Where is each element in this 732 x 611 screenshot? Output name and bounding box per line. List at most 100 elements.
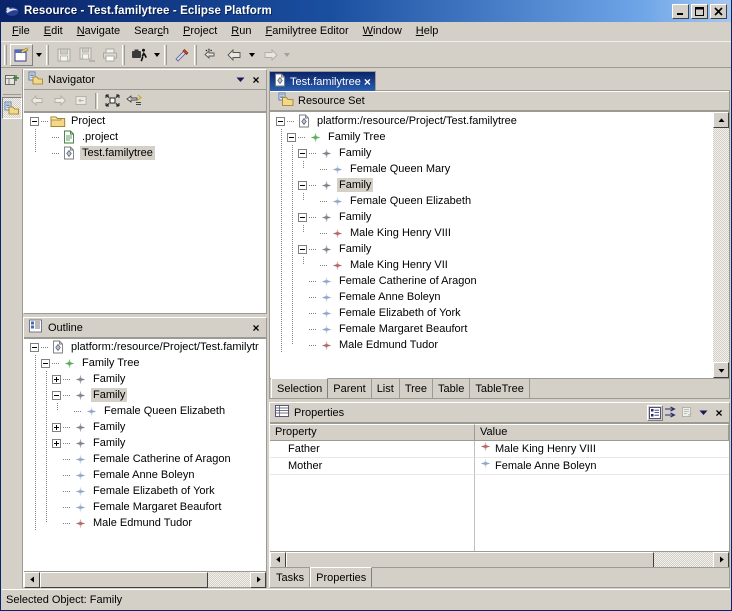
editor-tab-list[interactable]: List	[372, 379, 400, 398]
back-dropdown-arrow[interactable]	[246, 44, 258, 66]
toolbar-grip-4[interactable]	[164, 44, 167, 65]
collapse-expander[interactable]	[298, 244, 307, 254]
tree-row[interactable]: Family Tree	[270, 129, 713, 145]
view-tab-properties[interactable]: Properties	[310, 567, 373, 587]
properties-table-empty-area[interactable]	[270, 475, 729, 551]
tree-row[interactable]: Family	[24, 419, 266, 435]
table-row[interactable]: Mother Female Anne Boleyn	[270, 458, 729, 475]
tree-row[interactable]: Female Elizabeth of York	[24, 483, 266, 499]
new-wizard-button[interactable]	[10, 43, 33, 66]
tree-row[interactable]: Male Edmund Tudor	[24, 515, 266, 531]
properties-table[interactable]: Property Value Father Male King Henry VI…	[270, 423, 729, 551]
scroll-track[interactable]	[208, 572, 250, 588]
tree-row[interactable]: Test.familytree	[24, 145, 266, 161]
column-header-value[interactable]: Value	[475, 424, 729, 441]
scroll-down-button[interactable]	[713, 362, 729, 378]
navigator-view-menu-button[interactable]	[232, 72, 248, 88]
tree-row[interactable]: Family Tree	[24, 355, 266, 371]
view-tab-tasks[interactable]: Tasks	[271, 568, 311, 587]
new-dropdown-arrow[interactable]	[33, 44, 45, 66]
open-perspective-button[interactable]	[2, 70, 22, 92]
run-button[interactable]	[128, 44, 151, 66]
collapse-expander[interactable]	[298, 148, 307, 158]
link-with-editor-button[interactable]	[123, 91, 145, 111]
tree-row[interactable]: Female Queen Elizabeth	[270, 193, 713, 209]
tree-row[interactable]: Female Anne Boleyn	[270, 289, 713, 305]
tree-row[interactable]: Female Catherine of Aragon	[24, 451, 266, 467]
save-all-button[interactable]	[75, 44, 98, 66]
editor-tab-parent[interactable]: Parent	[328, 379, 372, 398]
show-advanced-properties-button[interactable]	[663, 405, 679, 421]
tree-row[interactable]: Female Elizabeth of York	[270, 305, 713, 321]
scroll-up-button[interactable]	[713, 112, 729, 128]
show-categories-button[interactable]	[647, 404, 663, 421]
tree-row[interactable]: Male King Henry VII	[270, 257, 713, 273]
print-button[interactable]	[98, 44, 121, 66]
property-value-cell[interactable]: Male King Henry VIII	[475, 441, 729, 458]
editor-tab-close-icon[interactable]: ×	[364, 76, 371, 88]
menu-project[interactable]: Project	[176, 23, 224, 40]
properties-view-menu-button[interactable]	[695, 405, 711, 421]
toolbar-grip-5[interactable]	[194, 44, 197, 65]
next-annotation-button[interactable]	[200, 44, 223, 66]
tree-row[interactable]: Female Margaret Beaufort	[24, 499, 266, 515]
minimize-button[interactable]	[672, 3, 689, 19]
expand-expander[interactable]	[52, 422, 61, 432]
collapse-expander[interactable]	[287, 132, 296, 142]
menu-file[interactable]: File	[5, 23, 37, 40]
menu-familytree-editor[interactable]: Familytree Editor	[258, 23, 355, 40]
forward-dropdown-arrow[interactable]	[281, 44, 293, 66]
tree-row[interactable]: Family	[270, 177, 713, 193]
navigator-close-button[interactable]: ×	[248, 72, 264, 88]
scroll-thumb[interactable]	[286, 551, 654, 568]
menu-search[interactable]: Search	[127, 23, 176, 40]
tree-row[interactable]: Family	[270, 241, 713, 257]
properties-close-button[interactable]: ×	[711, 405, 727, 421]
tree-row[interactable]: Female Queen Elizabeth	[24, 403, 266, 419]
navigator-tree[interactable]: Project .project Test.familytree	[24, 112, 266, 313]
resource-perspective-button[interactable]	[1, 97, 22, 119]
expand-expander[interactable]	[52, 438, 61, 448]
tree-row[interactable]: .project	[24, 129, 266, 145]
navigator-up-button[interactable]	[70, 91, 92, 111]
toolbar-grip[interactable]	[4, 44, 7, 65]
close-button[interactable]	[710, 3, 727, 19]
tree-row[interactable]: Female Margaret Beaufort	[270, 321, 713, 337]
property-value-cell[interactable]: Female Anne Boleyn	[475, 458, 729, 475]
scroll-thumb[interactable]	[40, 571, 208, 588]
menu-edit[interactable]: Edit	[37, 23, 70, 40]
tree-row[interactable]: Female Catherine of Aragon	[270, 273, 713, 289]
column-header-property[interactable]: Property	[270, 424, 475, 441]
tree-row[interactable]: Male Edmund Tudor	[270, 337, 713, 353]
menu-help[interactable]: Help	[409, 23, 446, 40]
scroll-track[interactable]	[713, 128, 729, 362]
tree-row[interactable]: platform:/resource/Project/Test.familytr…	[270, 113, 713, 129]
restore-default-value-button[interactable]	[679, 405, 695, 421]
collapse-expander[interactable]	[298, 212, 307, 222]
scroll-track[interactable]	[654, 552, 713, 568]
collapse-expander[interactable]	[52, 390, 61, 400]
toolbar-grip-3[interactable]	[122, 44, 125, 65]
expand-expander[interactable]	[52, 374, 61, 384]
menu-run[interactable]: Run	[224, 23, 258, 40]
back-button[interactable]	[223, 44, 246, 66]
run-dropdown-arrow[interactable]	[151, 44, 163, 66]
outline-tree[interactable]: platform:/resource/Project/Test.familytr…	[24, 338, 266, 571]
tree-row[interactable]: Female Queen Mary	[270, 161, 713, 177]
collapse-expander[interactable]	[276, 116, 285, 126]
tree-row[interactable]: Project	[24, 113, 266, 129]
menu-navigate[interactable]: Navigate	[70, 23, 127, 40]
save-button[interactable]	[52, 44, 75, 66]
outline-horizontal-scrollbar[interactable]	[24, 571, 266, 588]
collapse-all-button[interactable]	[101, 91, 123, 111]
editor-tab-table[interactable]: Table	[433, 379, 471, 398]
collapse-expander[interactable]	[41, 358, 50, 368]
editor-tab-tabletree[interactable]: TableTree	[470, 379, 530, 398]
scroll-left-button[interactable]	[24, 571, 40, 588]
collapse-expander[interactable]	[30, 116, 39, 126]
tree-row[interactable]: platform:/resource/Project/Test.familytr	[24, 339, 266, 355]
editor-tree[interactable]: platform:/resource/Project/Test.familytr…	[270, 111, 729, 378]
tree-row[interactable]: Family	[24, 435, 266, 451]
scroll-left-button[interactable]	[270, 551, 286, 568]
navigator-back-button[interactable]	[26, 91, 48, 111]
